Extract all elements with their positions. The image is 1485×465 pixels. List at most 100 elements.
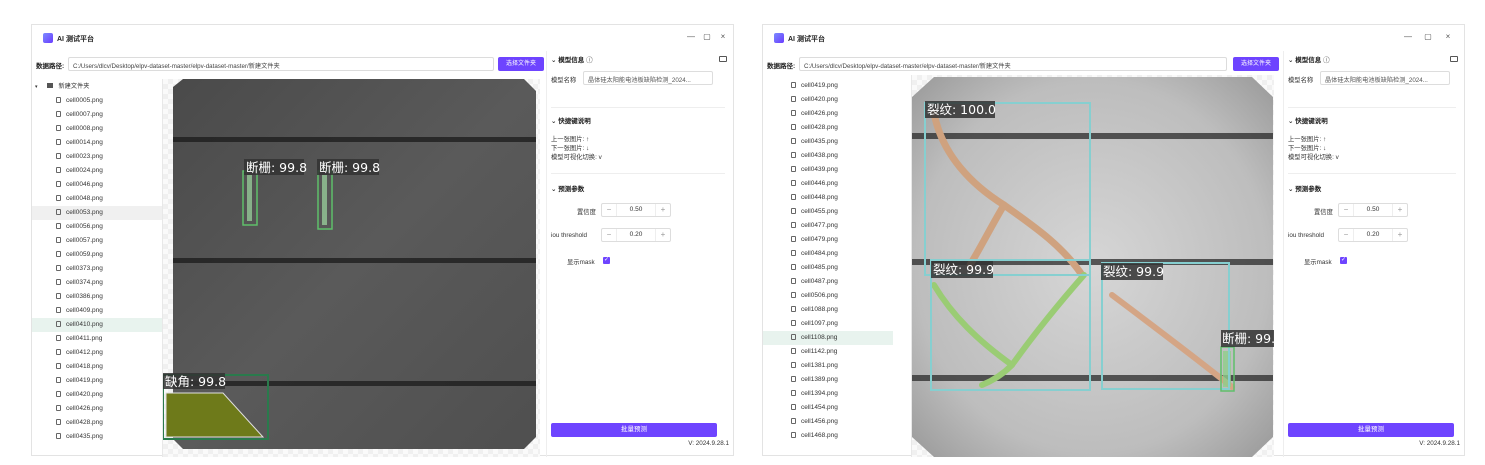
- tree-file-item[interactable]: cell0059.png: [32, 248, 162, 262]
- tree-file-item[interactable]: cell0426.png: [32, 402, 162, 416]
- tree-file-item[interactable]: cell0418.png: [32, 360, 162, 374]
- tree-file-item[interactable]: cell0386.png: [32, 290, 162, 304]
- plus-icon[interactable]: +: [1393, 229, 1407, 241]
- section-predict-params[interactable]: ⌄ 预测参数: [551, 183, 584, 193]
- file-icon: [56, 250, 61, 257]
- confidence-label: 置信度: [1314, 209, 1333, 216]
- tree-file-label: cell0046.png: [66, 181, 103, 188]
- tree-file-item[interactable]: cell0455.png: [763, 205, 893, 219]
- maximize-button[interactable]: ▢: [702, 32, 712, 42]
- tree-file-item[interactable]: cell1468.png: [763, 429, 893, 443]
- tree-file-item[interactable]: cell0479.png: [763, 233, 893, 247]
- tree-file-item[interactable]: cell0446.png: [763, 177, 893, 191]
- tree-file-item[interactable]: cell0506.png: [763, 289, 893, 303]
- tree-file-item[interactable]: cell0409.png: [32, 304, 162, 318]
- tree-file-item[interactable]: cell0374.png: [32, 276, 162, 290]
- checkbox-checked-icon[interactable]: ✓: [1340, 257, 1347, 264]
- tree-file-item[interactable]: cell0419.png: [32, 374, 162, 388]
- iou-stepper[interactable]: − 0.20 +: [1338, 228, 1408, 242]
- tree-file-item[interactable]: cell0410.png: [32, 318, 162, 332]
- tree-file-item[interactable]: cell0411.png: [32, 332, 162, 346]
- section-model-info[interactable]: ⌄ 模型信息 ⓘ: [551, 54, 593, 64]
- tree-file-item[interactable]: cell0485.png: [763, 261, 893, 275]
- confidence-value[interactable]: 0.50: [1353, 204, 1393, 216]
- model-select[interactable]: 晶体硅太阳能电池板缺陷检测_2024...: [1320, 71, 1450, 85]
- tree-file-item[interactable]: cell0426.png: [763, 107, 893, 121]
- confidence-stepper[interactable]: − 0.50 +: [601, 203, 671, 217]
- tree-file-item[interactable]: cell1394.png: [763, 387, 893, 401]
- minus-icon[interactable]: −: [602, 229, 616, 241]
- minus-icon[interactable]: −: [1339, 204, 1353, 216]
- tree-file-item[interactable]: cell0439.png: [763, 163, 893, 177]
- tree-file-item[interactable]: cell0008.png: [32, 122, 162, 136]
- tree-file-item[interactable]: cell1381.png: [763, 359, 893, 373]
- tree-file-item[interactable]: cell1088.png: [763, 303, 893, 317]
- tree-file-label: cell0410.png: [66, 321, 103, 328]
- tree-file-item[interactable]: cell0023.png: [32, 150, 162, 164]
- section-model-info[interactable]: ⌄ 模型信息 ⓘ: [1288, 54, 1330, 64]
- tree-file-item[interactable]: cell0435.png: [763, 135, 893, 149]
- path-input[interactable]: C:/Users/dlcv/Desktop/elpv-dataset-maste…: [68, 57, 494, 71]
- tree-file-item[interactable]: cell0373.png: [32, 262, 162, 276]
- tree-file-item[interactable]: cell0428.png: [32, 416, 162, 430]
- minimize-button[interactable]: —: [1403, 32, 1413, 42]
- tree-file-item[interactable]: cell0046.png: [32, 178, 162, 192]
- maximize-button[interactable]: ▢: [1423, 32, 1433, 42]
- tree-file-item[interactable]: cell1389.png: [763, 373, 893, 387]
- folder-open-icon[interactable]: [719, 56, 727, 62]
- tree-file-item[interactable]: cell0477.png: [763, 219, 893, 233]
- minus-icon[interactable]: −: [602, 204, 616, 216]
- tree-file-item[interactable]: cell0435.png: [32, 430, 162, 444]
- checkbox-checked-icon[interactable]: ✓: [603, 257, 610, 264]
- tree-file-item[interactable]: cell0057.png: [32, 234, 162, 248]
- tree-file-item[interactable]: cell0420.png: [32, 388, 162, 402]
- tree-file-item[interactable]: cell0048.png: [32, 192, 162, 206]
- iou-stepper[interactable]: − 0.20 +: [601, 228, 671, 242]
- tree-file-label: cell0411.png: [66, 335, 103, 342]
- chevron-down-icon[interactable]: ▾: [35, 84, 45, 90]
- tree-file-item[interactable]: cell0484.png: [763, 247, 893, 261]
- batch-predict-button[interactable]: 批量预测: [551, 423, 717, 437]
- plus-icon[interactable]: +: [656, 204, 670, 216]
- path-input[interactable]: C:/Users/dlcv/Desktop/elpv-dataset-maste…: [799, 57, 1227, 71]
- iou-value[interactable]: 0.20: [616, 229, 656, 241]
- tree-file-item[interactable]: cell0053.png: [32, 206, 162, 220]
- section-shortcuts[interactable]: ⌄ 快捷键说明: [551, 115, 591, 125]
- tree-file-item[interactable]: cell0014.png: [32, 136, 162, 150]
- section-predict-params[interactable]: ⌄ 预测参数: [1288, 183, 1321, 193]
- tree-folder-node[interactable]: ▾ 新建文件夹: [35, 81, 89, 93]
- choose-folder-button[interactable]: 选择文件夹: [1233, 57, 1279, 71]
- tree-file-item[interactable]: cell0420.png: [763, 93, 893, 107]
- minus-icon[interactable]: −: [1339, 229, 1353, 241]
- tree-file-item[interactable]: cell1142.png: [763, 345, 893, 359]
- tree-file-item[interactable]: cell0005.png: [32, 94, 162, 108]
- image-viewer[interactable]: 裂纹: 100.0 裂纹: 99.9 裂纹: 99.9 断栅: 99.9: [912, 75, 1274, 457]
- tree-file-item[interactable]: cell0024.png: [32, 164, 162, 178]
- tree-file-item[interactable]: cell0438.png: [763, 149, 893, 163]
- image-viewer[interactable]: 断栅: 99.8 断栅: 99.8 缺角: 99.8: [163, 79, 540, 457]
- tree-file-item[interactable]: cell1097.png: [763, 317, 893, 331]
- tree-file-item[interactable]: cell1108.png: [763, 331, 893, 345]
- confidence-value[interactable]: 0.50: [616, 204, 656, 216]
- tree-file-item[interactable]: cell0487.png: [763, 275, 893, 289]
- plus-icon[interactable]: +: [656, 229, 670, 241]
- choose-folder-button[interactable]: 选择文件夹: [498, 57, 544, 71]
- tree-file-item[interactable]: cell0056.png: [32, 220, 162, 234]
- section-shortcuts[interactable]: ⌄ 快捷键说明: [1288, 115, 1328, 125]
- batch-predict-button[interactable]: 批量预测: [1288, 423, 1454, 437]
- minimize-button[interactable]: —: [686, 32, 696, 42]
- plus-icon[interactable]: +: [1393, 204, 1407, 216]
- tree-file-item[interactable]: cell1454.png: [763, 401, 893, 415]
- iou-value[interactable]: 0.20: [1353, 229, 1393, 241]
- model-select[interactable]: 晶体硅太阳能电池板缺陷检测_2024...: [583, 71, 713, 85]
- tree-file-item[interactable]: cell0448.png: [763, 191, 893, 205]
- tree-file-item[interactable]: cell0412.png: [32, 346, 162, 360]
- tree-file-item[interactable]: cell0007.png: [32, 108, 162, 122]
- tree-file-item[interactable]: cell1456.png: [763, 415, 893, 429]
- tree-file-item[interactable]: cell0419.png: [763, 79, 893, 93]
- close-button[interactable]: ×: [1443, 32, 1453, 42]
- tree-file-item[interactable]: cell0428.png: [763, 121, 893, 135]
- close-button[interactable]: ×: [718, 32, 728, 42]
- confidence-stepper[interactable]: − 0.50 +: [1338, 203, 1408, 217]
- folder-open-icon[interactable]: [1450, 56, 1458, 62]
